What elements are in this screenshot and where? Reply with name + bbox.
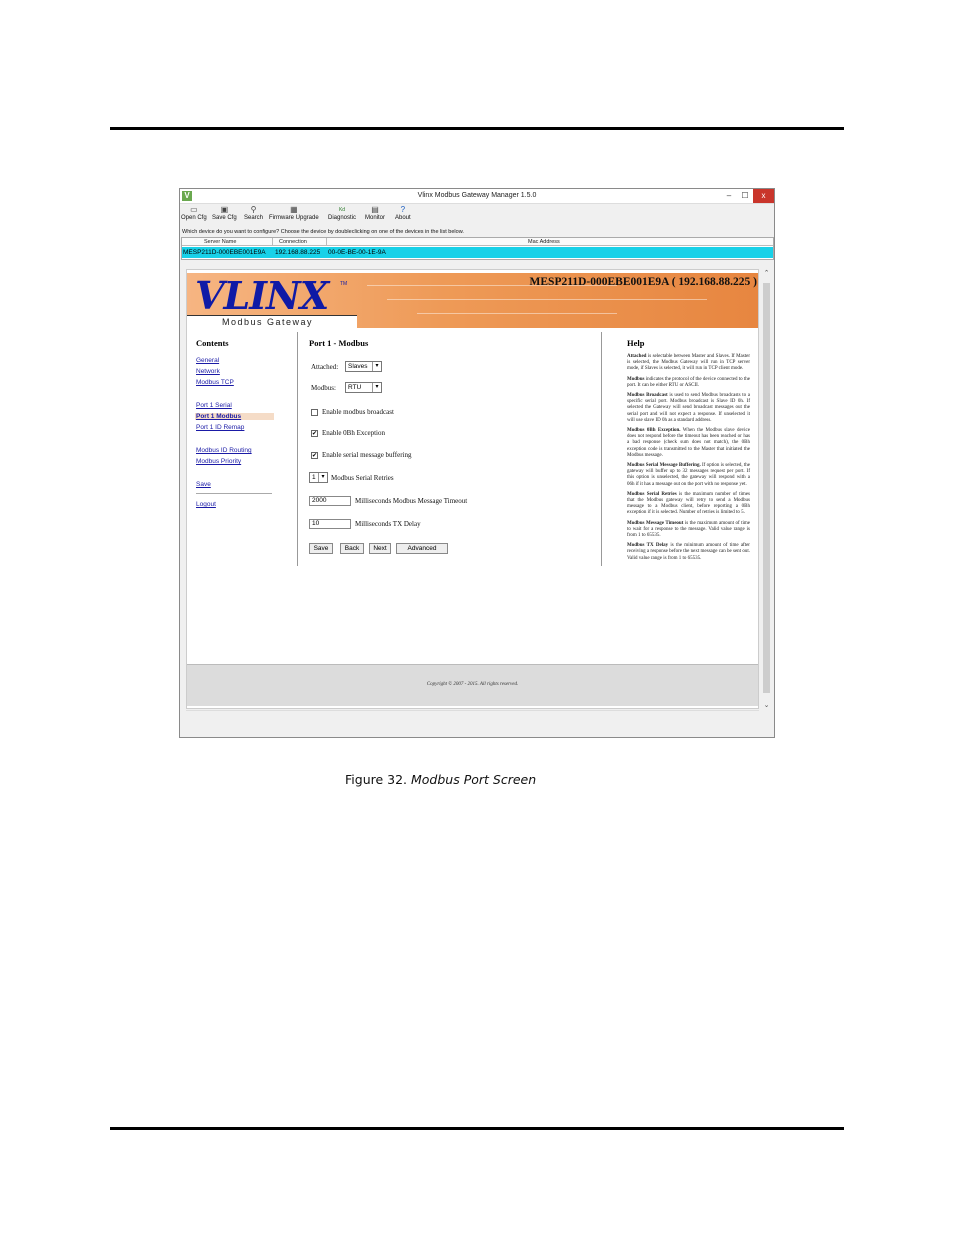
search-button[interactable]: ⚲ Search [244, 206, 263, 223]
app-window: V Vlinx Modbus Gateway Manager 1.5.0 – ☐… [179, 188, 775, 738]
device-title: MESP211D-000EBE001E9A ( 192.168.88.225 ) [529, 276, 757, 288]
contents-nav: Contents General Network Modbus TCP Port… [187, 332, 298, 566]
nav-port1-modbus[interactable]: Port 1 Modbus [195, 413, 274, 420]
minimize-button[interactable]: – [721, 189, 737, 203]
help-item: Modbus Serial Message Buffering. If opti… [627, 463, 751, 487]
help-item: Modbus indicates the protocol of the dev… [627, 376, 750, 388]
next-button[interactable]: Next [369, 543, 391, 554]
txdelay-label: Milliseconds TX Delay [355, 520, 421, 528]
close-button[interactable]: x [753, 189, 774, 203]
contents-title: Contents [196, 338, 229, 348]
exception-checkbox[interactable]: ✔ [311, 430, 318, 437]
modbus-form: Port 1 - Modbus Attached: Slaves ▾ Modbus… [299, 332, 602, 566]
scroll-down-icon[interactable]: ⌄ [761, 701, 772, 709]
retries-select[interactable]: 1 ▾ [309, 472, 328, 483]
txdelay-input[interactable]: 10 [309, 519, 351, 529]
buffering-checkbox[interactable]: ✔ [311, 452, 318, 459]
broadcast-label: Enable modbus broadcast [322, 408, 394, 416]
nav-divider [196, 493, 272, 494]
help-item: Modbus Message Timeout is the maximum am… [627, 520, 750, 539]
title-bar: V Vlinx Modbus Gateway Manager 1.5.0 – ☐… [180, 189, 774, 204]
device-mac: 00-0E-BE-00-1E-9A [328, 249, 386, 256]
exception-label: Enable 0Bh Exception [322, 429, 385, 437]
form-title: Port 1 - Modbus [309, 338, 369, 348]
help-item: Modbus Serial Retries is the maximum num… [627, 491, 750, 516]
column-mac-address[interactable]: Mac Address [528, 238, 560, 246]
column-connection[interactable]: Connection [279, 238, 307, 246]
column-divider [272, 238, 273, 246]
help-item: Attached is selectable between Master an… [627, 354, 750, 372]
help-icon: ? [400, 205, 406, 214]
nav-general[interactable]: General [196, 357, 219, 364]
folder-icon: ▭ [190, 205, 198, 214]
diagnostic-icon: Kd [338, 207, 346, 213]
modbus-select[interactable]: RTU ▾ [345, 382, 382, 393]
nav-logout[interactable]: Logout [196, 501, 216, 508]
nav-port1-serial[interactable]: Port 1 Serial [196, 402, 232, 409]
buffering-label: Enable serial message buffering [322, 451, 412, 459]
firmware-upgrade-button[interactable]: ▦ Firmware Upgrade [269, 206, 319, 223]
broadcast-checkbox[interactable] [311, 409, 318, 416]
attached-label: Attached: [311, 363, 339, 371]
nav-modbus-id-routing[interactable]: Modbus ID Routing [196, 447, 252, 454]
save-button[interactable]: Save [309, 543, 333, 554]
page-footer: Copyright © 2007 - 2015. All rights rese… [187, 664, 758, 706]
device-table: Server Name Connection Mac Address MESP2… [181, 237, 774, 260]
copyright: Copyright © 2007 - 2015. All rights rese… [426, 682, 519, 687]
top-rule [110, 127, 844, 130]
toolbar: ▭ Open Cfg ▣ Save Cfg ⚲ Search ▦ Firmware Up… [180, 205, 774, 227]
monitor-button[interactable]: ▤ Monitor [365, 206, 385, 223]
device-table-header: Server Name Connection Mac Address [182, 238, 773, 246]
nav-modbus-priority[interactable]: Modbus Priority [196, 458, 241, 465]
vlinx-banner: VLINX TM Modbus Gateway MESP211D-000EBE0… [187, 273, 758, 328]
about-button[interactable]: ? About [395, 206, 411, 223]
nav-port1-id-remap[interactable]: Port 1 ID Remap [196, 424, 244, 431]
window-title: Vlinx Modbus Gateway Manager 1.5.0 [417, 192, 537, 199]
figure-caption: Figure 32. Modbus Port Screen [345, 772, 537, 787]
scroll-up-icon[interactable]: ⌃ [761, 269, 772, 277]
banner-subtitle: Modbus Gateway [222, 317, 314, 327]
help-item: Modbus TX Delay is the minimum amount of… [627, 543, 750, 561]
maximize-button[interactable]: ☐ [737, 189, 753, 203]
scroll-thumb[interactable] [763, 283, 770, 693]
table-row[interactable]: MESP211D-000EBE001E9A 192.168.88.225 00-… [182, 247, 773, 258]
open-cfg-button[interactable]: ▭ Open Cfg [181, 206, 207, 223]
chip-icon: ▦ [290, 205, 298, 214]
chevron-down-icon: ▾ [318, 473, 327, 482]
help-title: Help [627, 338, 645, 348]
column-divider [326, 238, 327, 246]
timeout-input[interactable]: 2000 [309, 496, 351, 506]
device-prompt: Which device do you want to configure? C… [182, 229, 464, 235]
chevron-down-icon: ▾ [372, 362, 381, 371]
nav-save[interactable]: Save [196, 481, 211, 488]
monitor-icon: ▤ [371, 205, 379, 214]
vlinx-logo: VLINX [195, 273, 329, 318]
device-connection: 192.168.88.225 [275, 249, 321, 256]
help-item: Modbus Broadcast is used to send Modbus … [627, 393, 750, 423]
device-server-name: MESP211D-000EBE001E9A [183, 249, 266, 256]
diagnostic-button[interactable]: Kd Diagnostic [328, 206, 356, 223]
retries-label: Modbus Serial Retries [331, 474, 394, 482]
web-config-panel: VLINX TM Modbus Gateway MESP211D-000EBE0… [186, 269, 759, 709]
status-bar [186, 710, 759, 718]
bottom-rule [110, 1127, 844, 1130]
save-cfg-button[interactable]: ▣ Save Cfg [212, 206, 237, 223]
help-item: Modbus 0Bh Exception. When the Modbus sl… [627, 428, 750, 458]
attached-select[interactable]: Slaves ▾ [345, 361, 382, 372]
back-button[interactable]: Back [340, 543, 364, 554]
floppy-icon: ▣ [220, 205, 229, 214]
advanced-button[interactable]: Advanced [396, 543, 448, 554]
chevron-down-icon: ▾ [372, 383, 381, 392]
vertical-scrollbar[interactable]: ⌃ ⌄ [761, 269, 772, 709]
trademark: TM [340, 281, 348, 287]
help-panel: Help Attached is selectable between Mast… [627, 338, 750, 566]
timeout-label: Milliseconds Modbus Message Timeout [355, 497, 468, 505]
column-server-name[interactable]: Server Name [204, 238, 236, 246]
banner-subtitle-box: Modbus Gateway [187, 315, 357, 328]
search-icon: ⚲ [250, 205, 257, 214]
nav-modbus-tcp[interactable]: Modbus TCP [196, 379, 234, 386]
modbus-label: Modbus: [311, 384, 336, 392]
nav-network[interactable]: Network [196, 368, 220, 375]
